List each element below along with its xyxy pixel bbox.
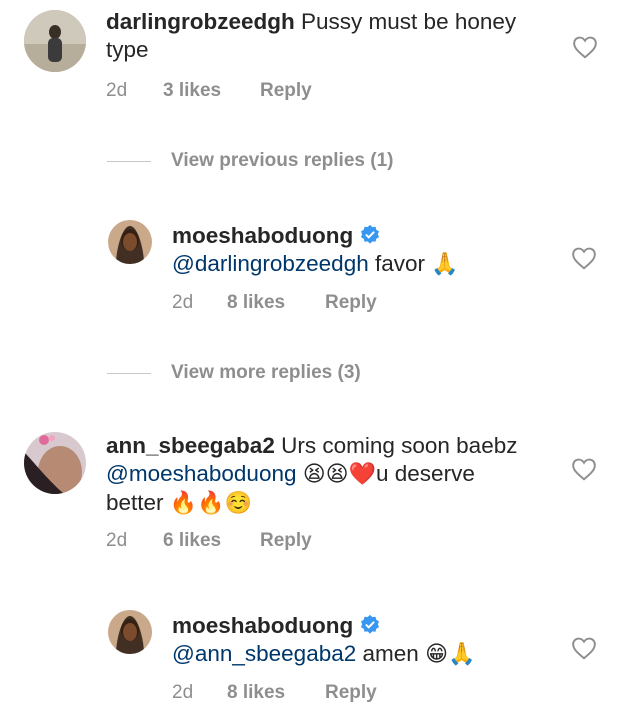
view-more-replies-label[interactable]: View more replies (3)	[171, 362, 361, 384]
verified-badge-icon	[361, 224, 380, 244]
comment-meta: 2d 6 likes Reply	[106, 530, 312, 552]
view-previous-replies[interactable]: View previous replies (1)	[107, 150, 393, 172]
comment-text: Urs coming soon baebz	[281, 433, 518, 458]
avatar[interactable]	[108, 220, 152, 264]
avatar[interactable]	[24, 432, 86, 494]
heart-icon[interactable]	[571, 246, 597, 270]
likes-count[interactable]: 6 likes	[163, 530, 260, 552]
avatar-image	[108, 220, 152, 264]
likes-count[interactable]: 3 likes	[163, 80, 260, 102]
reply-button[interactable]: Reply	[260, 530, 312, 552]
mention-link[interactable]: @darlingrobzeedgh	[172, 251, 369, 276]
avatar-image	[24, 432, 86, 494]
likes-count[interactable]: 8 likes	[227, 682, 325, 704]
comment-meta: 2d 3 likes Reply	[106, 80, 312, 102]
divider	[107, 372, 151, 374]
heart-icon[interactable]	[571, 457, 597, 481]
comment-body: moeshaboduong @darlingrobzeedgh favor 🙏	[172, 222, 552, 279]
comment-meta: 2d 8 likes Reply	[172, 682, 377, 704]
comment-username[interactable]: moeshaboduong	[172, 223, 353, 248]
verified-badge-icon	[361, 614, 380, 634]
comment-body: darlingrobzeedgh Pussy must be honey typ…	[106, 8, 546, 64]
fire-emoji-group: 🔥🔥☺️	[169, 491, 252, 516]
avatar[interactable]	[108, 610, 152, 654]
divider	[107, 160, 151, 162]
reply-button[interactable]: Reply	[325, 682, 377, 704]
comment-meta: 2d 8 likes Reply	[172, 292, 377, 314]
emoji-group: 😫😫❤️	[302, 462, 377, 487]
comment-body: moeshaboduong @ann_sbeegaba2 amen 😁🙏	[172, 612, 552, 669]
avatar[interactable]	[24, 10, 86, 72]
comment-text: amen	[362, 641, 419, 666]
reply-button[interactable]: Reply	[325, 292, 377, 314]
heart-icon[interactable]	[572, 35, 598, 59]
comment-age: 2d	[106, 530, 128, 551]
comment-body: ann_sbeegaba2 Urs coming soon baebz @moe…	[106, 432, 536, 518]
reply-button[interactable]: Reply	[260, 80, 312, 102]
comment-username[interactable]: ann_sbeegaba2	[106, 433, 275, 458]
comment-age: 2d	[172, 682, 194, 703]
comment-username[interactable]: darlingrobzeedgh	[106, 9, 295, 34]
praying-hands-emoji: 🙏	[431, 252, 459, 277]
emoji-group: 😁🙏	[425, 642, 476, 667]
avatar-image	[24, 10, 86, 72]
mention-link[interactable]: @ann_sbeegaba2	[172, 641, 356, 666]
comment-text: favor	[375, 251, 426, 276]
view-previous-replies-label[interactable]: View previous replies (1)	[171, 150, 393, 172]
mention-link[interactable]: @moeshaboduong	[106, 461, 296, 486]
comment-age: 2d	[106, 80, 128, 101]
view-more-replies[interactable]: View more replies (3)	[107, 362, 361, 384]
likes-count[interactable]: 8 likes	[227, 292, 325, 314]
comment-username[interactable]: moeshaboduong	[172, 613, 353, 638]
heart-icon[interactable]	[571, 636, 597, 660]
avatar-image	[108, 610, 152, 654]
comment-age: 2d	[172, 292, 194, 313]
